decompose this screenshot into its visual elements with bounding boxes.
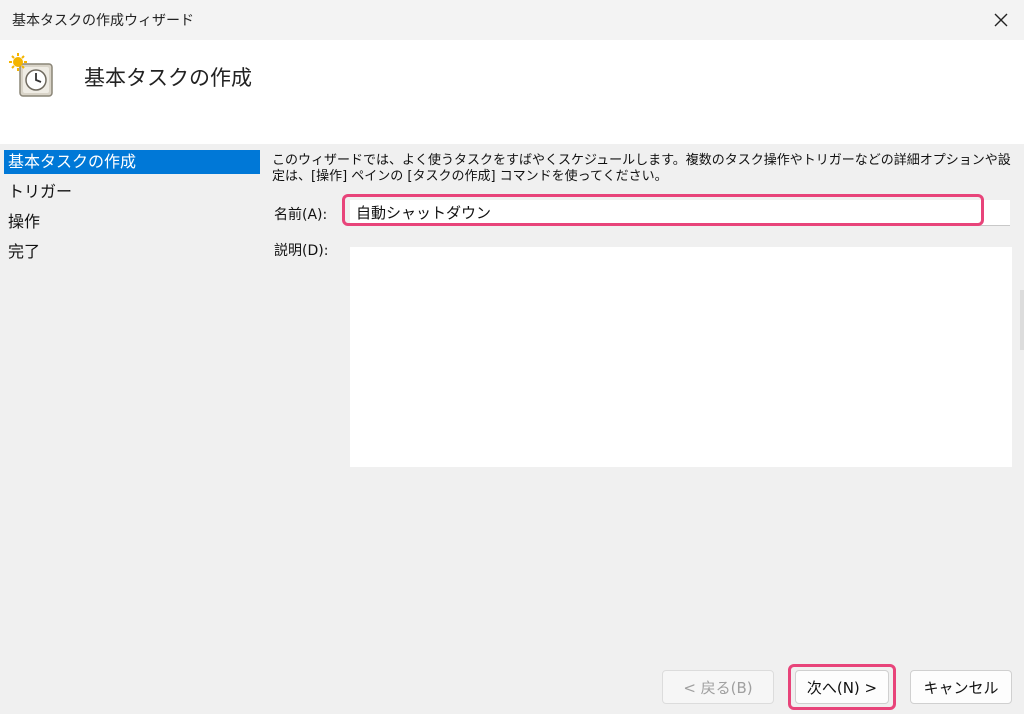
- wizard-description: このウィザードでは、よく使うタスクをすばやくスケジュールします。複数のタスク操作…: [272, 153, 1011, 184]
- next-button[interactable]: 次へ(N) >: [795, 670, 889, 704]
- nav-step-action[interactable]: 操作: [0, 210, 262, 234]
- description-textarea[interactable]: [350, 247, 1012, 467]
- close-button[interactable]: [978, 0, 1024, 40]
- title-bar: 基本タスクの作成ウィザード: [0, 0, 1024, 40]
- scrollbar-edge: [1020, 290, 1024, 350]
- back-button[interactable]: < 戻る(B): [662, 670, 774, 704]
- description-label: 説明(D):: [274, 243, 329, 259]
- wizard-steps-nav: 基本タスクの作成 トリガー 操作 完了: [0, 150, 262, 710]
- wizard-content: このウィザードでは、よく使うタスクをすばやくスケジュールします。複数のタスク操作…: [272, 150, 1024, 630]
- nav-step-finish[interactable]: 完了: [0, 240, 262, 264]
- name-label: 名前(A):: [274, 207, 328, 223]
- window-title: 基本タスクの作成ウィザード: [12, 13, 194, 29]
- name-input[interactable]: [350, 200, 1010, 226]
- task-clock-icon: [9, 53, 53, 97]
- nav-step-create-basic-task[interactable]: 基本タスクの作成: [4, 150, 260, 174]
- wizard-header: 基本タスクの作成: [0, 40, 1024, 144]
- page-title: 基本タスクの作成: [84, 66, 252, 90]
- close-icon: [994, 13, 1008, 27]
- cancel-button[interactable]: キャンセル: [910, 670, 1012, 704]
- nav-step-trigger[interactable]: トリガー: [0, 180, 262, 204]
